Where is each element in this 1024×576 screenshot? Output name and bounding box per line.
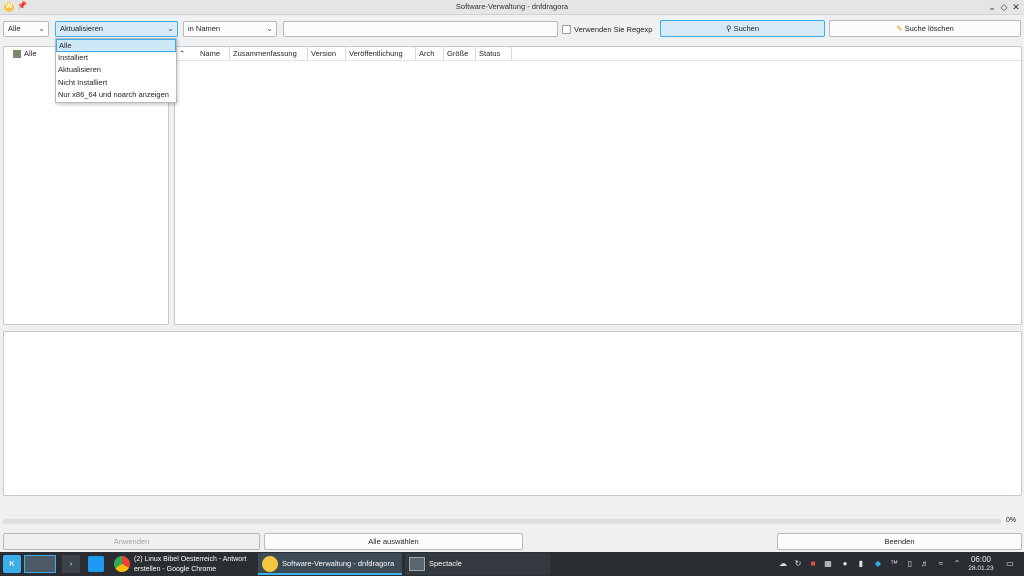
shield-icon[interactable]: ◆ xyxy=(873,559,883,569)
column-header-size[interactable]: Größe xyxy=(444,47,476,60)
column-header-version[interactable]: Version xyxy=(308,47,346,60)
status-combo[interactable]: Aktualisieren ⌄ xyxy=(55,21,178,37)
package-icon[interactable]: ■ xyxy=(808,559,818,569)
taskbar-task-dnfdragora[interactable]: Software-Verwaltung - dnfdragora xyxy=(258,553,402,575)
show-desktop-icon[interactable]: ▭ xyxy=(1005,559,1015,569)
package-table-panel[interactable] xyxy=(174,46,1022,325)
lightbulb-icon[interactable]: ● xyxy=(840,559,850,569)
status-dropdown-menu: Alle Installiert Aktualisieren Nicht Ins… xyxy=(55,38,177,103)
taskbar-task-chrome[interactable]: (2) Linux Bibel Oesterreich - Antwort er… xyxy=(110,553,256,575)
group-icon xyxy=(13,50,21,59)
task-label: Spectacle xyxy=(429,559,462,568)
bluetooth-icon[interactable]: ™ xyxy=(889,559,899,569)
kde-launcher-icon[interactable]: K xyxy=(3,555,21,573)
search-icon: ⚲ xyxy=(725,24,732,33)
progress-label: 0% xyxy=(1006,517,1017,524)
quit-button[interactable]: Beenden xyxy=(777,533,1022,550)
wifi-icon[interactable]: ≈ xyxy=(936,559,946,569)
tree-item-label: Alle xyxy=(24,49,37,58)
status-combo-value: Aktualisieren xyxy=(60,24,103,33)
chrome-icon xyxy=(114,556,130,572)
clipboard-icon[interactable]: ▦ xyxy=(823,559,833,569)
window-titlebar: W 📌 Software-Verwaltung - dnfdragora ⌄ ◇… xyxy=(0,0,1024,15)
regexp-checkbox[interactable] xyxy=(562,25,571,34)
taskbar: K › (2) Linux Bibel Oesterreich - Antwor… xyxy=(0,552,1024,576)
file-manager-icon[interactable] xyxy=(88,556,104,572)
column-header-release[interactable]: Veröffentlichung xyxy=(346,47,416,60)
dnfdragora-icon xyxy=(262,556,278,572)
clock[interactable]: 06:00 28.01.23 xyxy=(966,555,996,573)
task-label: Software-Verwaltung - dnfdragora xyxy=(282,559,395,568)
clock-time: 06:00 xyxy=(970,555,992,564)
search-field-combo[interactable]: in Namen ⌄ xyxy=(183,21,277,37)
dropdown-option[interactable]: Installiert xyxy=(56,52,176,65)
minimize-button[interactable]: ⌄ xyxy=(986,1,998,13)
select-all-button[interactable]: Alle auswählen xyxy=(264,533,523,550)
battery-icon[interactable]: ▮ xyxy=(856,559,866,569)
chevron-down-icon: ⌄ xyxy=(38,24,45,33)
chevron-up-icon[interactable]: ⌃ xyxy=(952,559,962,569)
spectacle-icon xyxy=(409,557,425,571)
column-header-name[interactable]: Name xyxy=(197,47,230,60)
dropdown-option[interactable]: Aktualisieren xyxy=(56,64,176,77)
filter-combo[interactable]: Alle ⌄ xyxy=(3,21,49,37)
column-header-arch[interactable]: Arch xyxy=(416,47,444,60)
dropdown-option[interactable]: Nur x86_64 und noarch anzeigen xyxy=(56,89,176,102)
close-button[interactable]: ✕ xyxy=(1010,1,1022,13)
dropdown-option[interactable]: Alle xyxy=(56,39,176,52)
clock-date: 28.01.23 xyxy=(968,565,994,572)
cloud-icon[interactable]: ☁ xyxy=(778,559,788,569)
virtual-desktop-pager[interactable] xyxy=(24,555,56,573)
dropdown-option[interactable]: Nicht Installiert xyxy=(56,77,176,90)
column-header-status[interactable]: Status xyxy=(476,47,512,60)
clear-search-button[interactable]: ✎ Suche löschen xyxy=(829,20,1021,37)
update-icon[interactable]: ↻ xyxy=(793,559,803,569)
device-icon[interactable]: ▯ xyxy=(905,559,915,569)
chevron-down-icon: ⌄ xyxy=(167,24,174,33)
sort-indicator-icon[interactable]: ⌃ xyxy=(176,47,196,60)
task-label: (2) Linux Bibel Oesterreich - Antwort er… xyxy=(134,556,247,573)
clear-search-label: Suche löschen xyxy=(904,24,954,33)
taskbar-task-spectacle[interactable]: Spectacle xyxy=(405,553,550,575)
apply-button[interactable]: Anwenden xyxy=(3,533,260,550)
search-button[interactable]: ⚲ Suchen xyxy=(660,20,825,37)
header-divider xyxy=(175,60,1021,61)
chevron-down-icon: ⌄ xyxy=(266,24,273,33)
search-button-label: Suchen xyxy=(733,24,760,33)
package-info-panel[interactable] xyxy=(3,331,1022,496)
search-input[interactable] xyxy=(283,21,558,37)
progress-bar xyxy=(3,519,1001,524)
regexp-label: Verwenden Sie Regexp xyxy=(574,25,653,34)
broom-icon: ✎ xyxy=(896,24,903,33)
terminal-icon[interactable]: › xyxy=(62,555,80,573)
window-title: Software-Verwaltung - dnfdragora xyxy=(455,2,569,11)
search-field-combo-value: in Namen xyxy=(188,24,221,33)
maximize-button[interactable]: ◇ xyxy=(998,1,1010,13)
volume-icon[interactable]: ♬ xyxy=(920,559,930,569)
column-header-summary[interactable]: Zusammenfassung xyxy=(230,47,308,60)
filter-combo-value: Alle xyxy=(8,24,21,33)
